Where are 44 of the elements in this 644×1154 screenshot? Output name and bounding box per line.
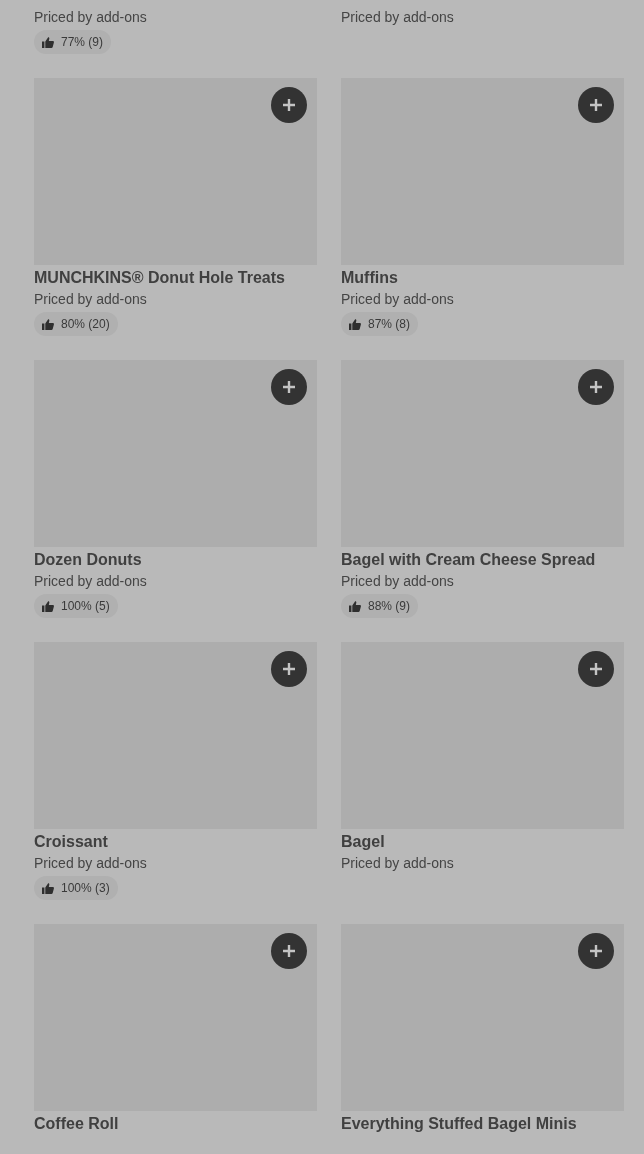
rating-text: 87% (8) [368,317,411,331]
add-button[interactable] [271,933,307,969]
plus-icon [589,944,603,958]
item-name: Bagel [341,832,385,852]
add-button[interactable] [578,933,614,969]
item-name: Muffins [341,268,398,288]
rating-text: 77% (9) [61,35,104,49]
add-button[interactable] [271,651,307,687]
plus-icon [282,380,296,394]
add-button[interactable] [271,369,307,405]
plus-icon [589,662,603,676]
item-price: Priced by add-ons [341,8,454,27]
rating-text: 100% (5) [61,599,110,613]
item-price: Priced by add-ons [341,290,454,309]
plus-icon [589,98,603,112]
thumbs-up-icon [42,36,54,48]
thumbs-up-icon [349,600,361,612]
item-name: Dozen Donuts [34,550,142,570]
item-price: Priced by add-ons [34,572,147,591]
thumbs-up-icon [349,318,361,330]
item-price: Priced by add-ons [34,854,147,873]
item-name: MUNCHKINS® Donut Hole Treats [34,268,285,288]
rating-text: 80% (20) [61,317,110,331]
item-name: Everything Stuffed Bagel Minis [341,1114,577,1134]
plus-icon [282,944,296,958]
item-price: Priced by add-ons [341,854,454,873]
add-button[interactable] [578,87,614,123]
thumbs-up-icon [42,882,54,894]
plus-icon [589,380,603,394]
item-price: Priced by add-ons [341,572,454,591]
plus-icon [282,98,296,112]
plus-icon [282,662,296,676]
thumbs-up-icon [42,600,54,612]
item-name: Croissant [34,832,108,852]
item-name: Coffee Roll [34,1114,119,1134]
add-button[interactable] [271,87,307,123]
add-button[interactable] [578,369,614,405]
rating-text: 100% (3) [61,881,110,895]
rating-text: 88% (9) [368,599,411,613]
item-price: Priced by add-ons [34,290,147,309]
thumbs-up-icon [42,318,54,330]
item-name: Bagel with Cream Cheese Spread [341,550,596,570]
add-button[interactable] [578,651,614,687]
item-price: Priced by add-ons [34,8,147,27]
